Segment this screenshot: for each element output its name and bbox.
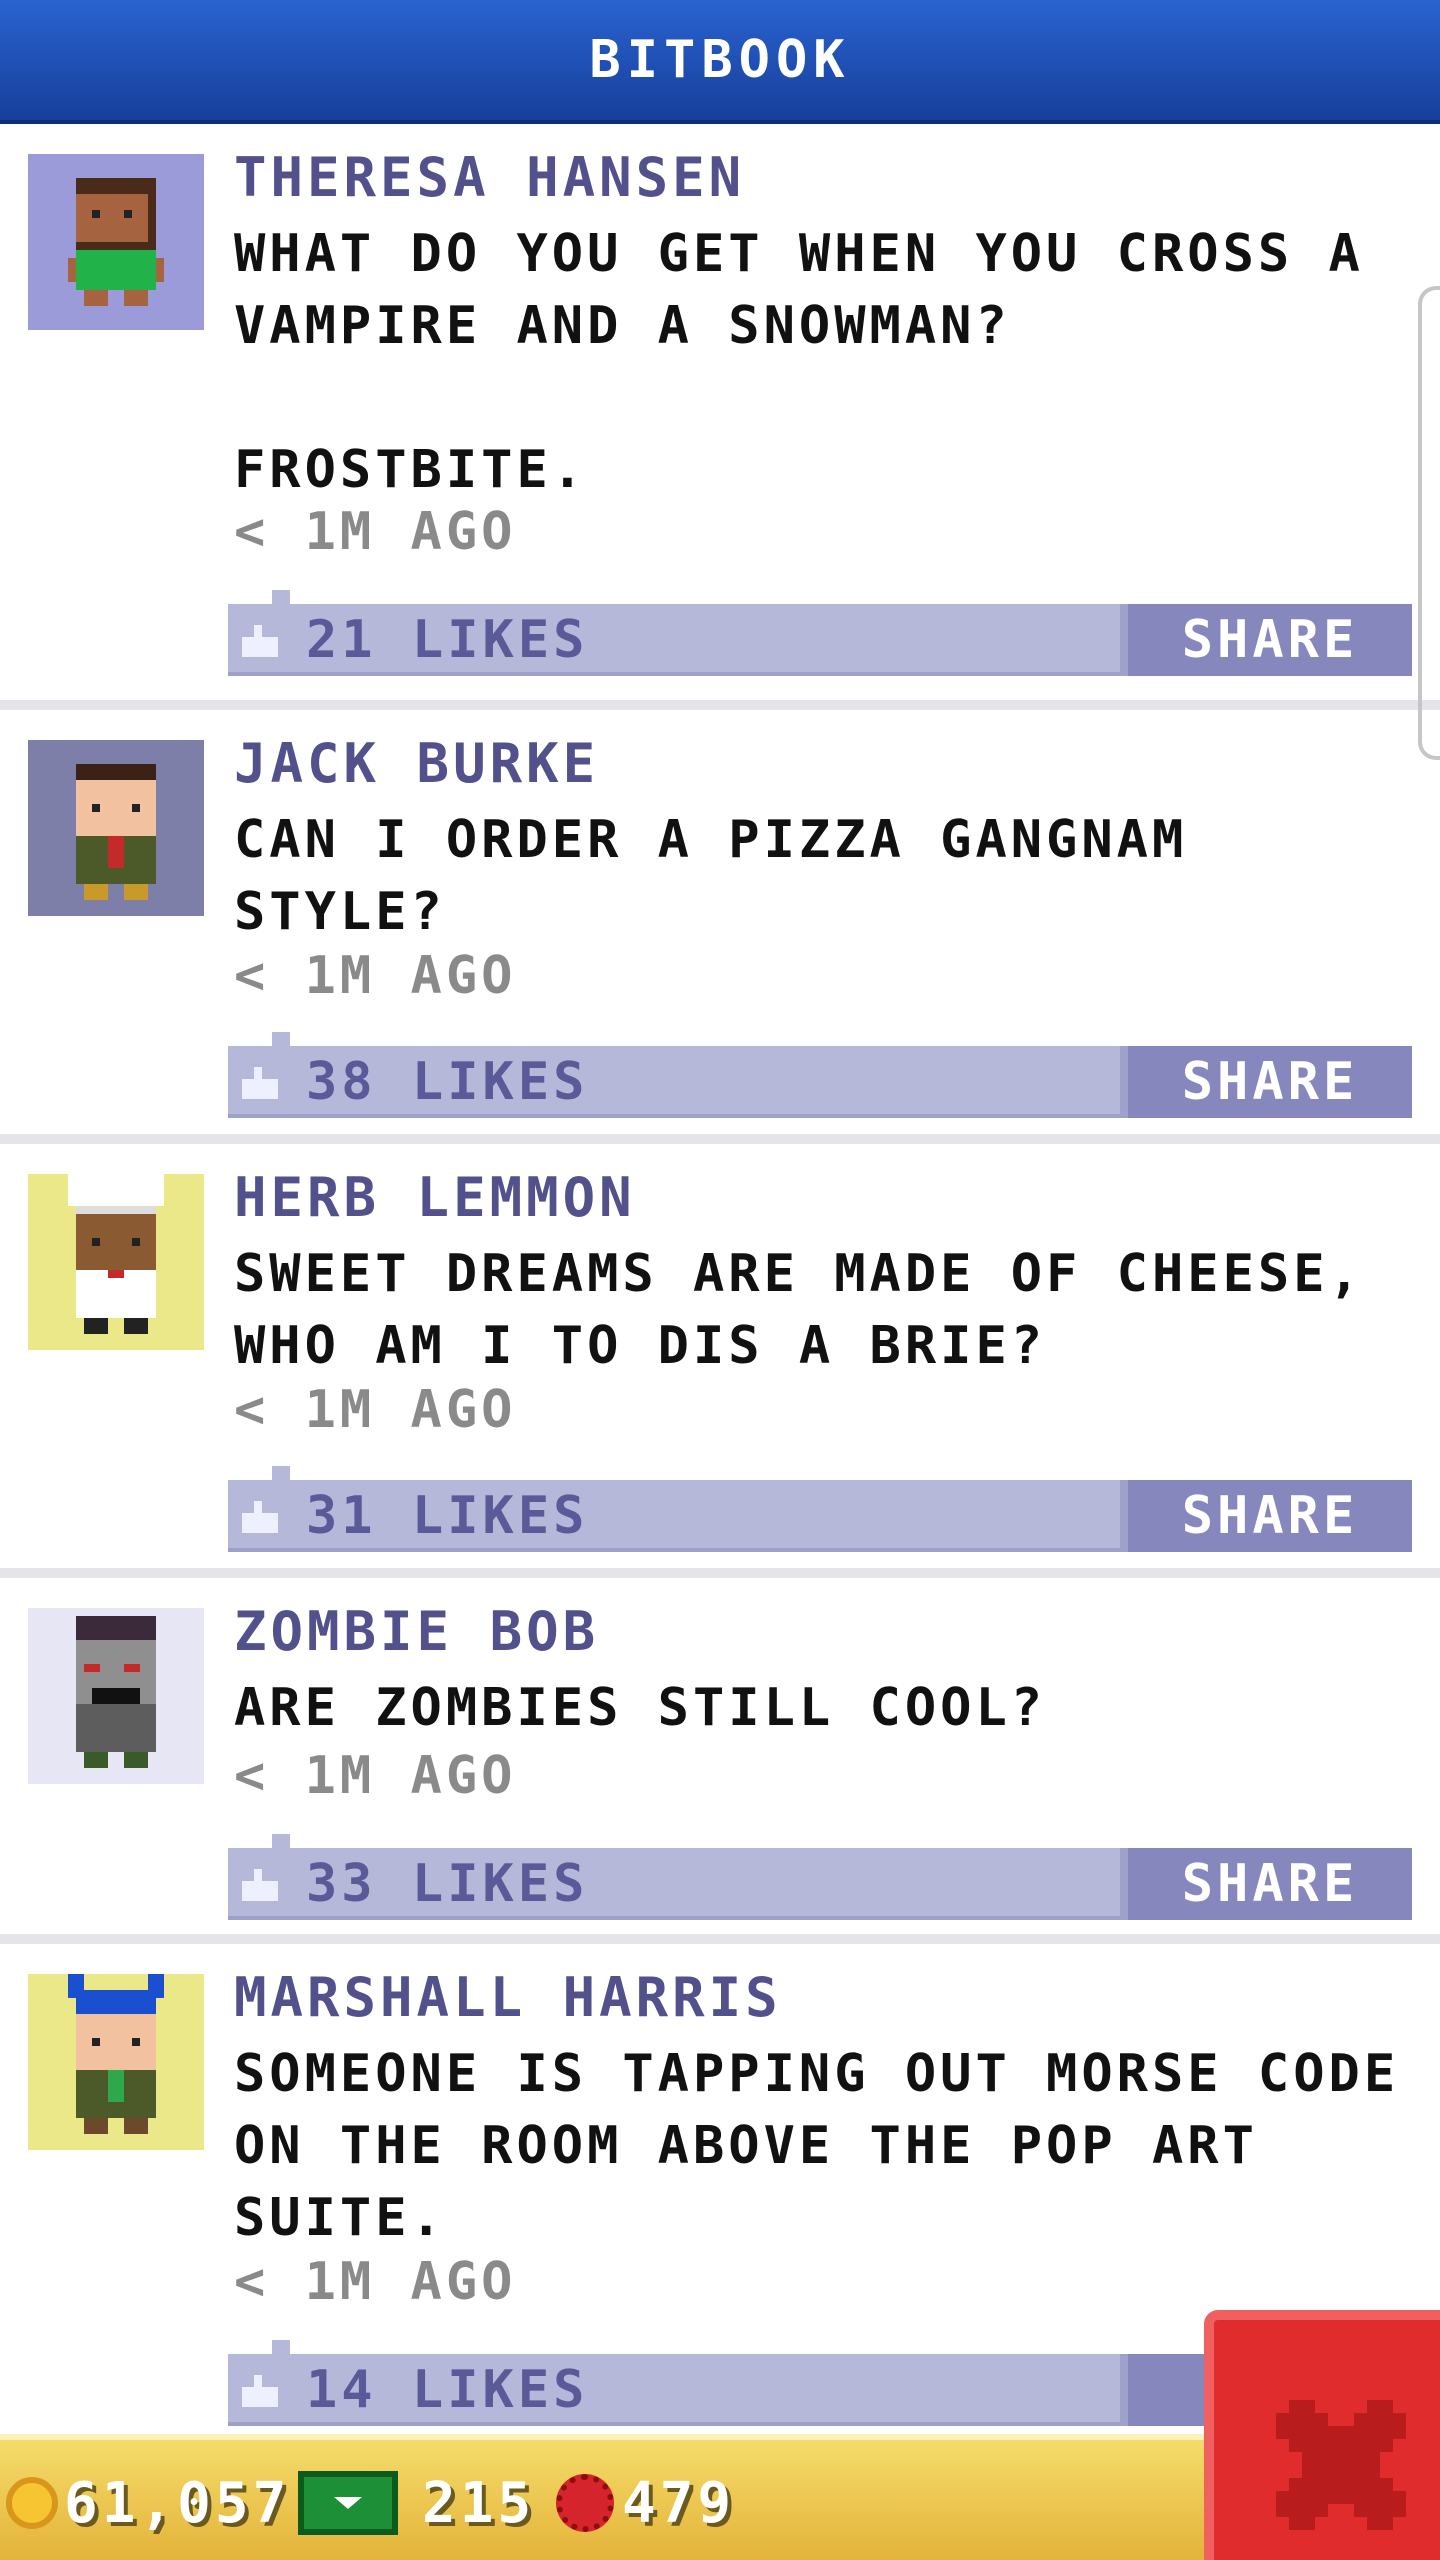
like-count[interactable]: 33 LIKES — [306, 1854, 588, 1914]
avatar[interactable] — [28, 740, 204, 916]
close-button[interactable] — [1204, 2310, 1440, 2560]
divider — [0, 1134, 1440, 1144]
divider — [0, 700, 1440, 710]
post-time: < 1M AGO — [234, 2252, 517, 2312]
post: ZOMBIE BOB ARE ZOMBIES STILL COOL? < 1M … — [0, 1578, 1440, 1934]
avatar[interactable] — [28, 1974, 204, 2150]
avatar[interactable] — [28, 1174, 204, 1350]
thumbs-up-icon[interactable] — [242, 1066, 282, 1100]
avatar-jack-icon — [76, 764, 156, 900]
post-author[interactable]: ZOMBIE BOB — [234, 1600, 599, 1663]
close-icon — [1276, 2400, 1406, 2530]
scrollbar[interactable] — [1418, 286, 1440, 760]
share-button[interactable]: SHARE — [1120, 1848, 1412, 1920]
gems-value: 479 — [622, 2470, 736, 2536]
post-time: < 1M AGO — [234, 1380, 517, 1440]
post-time: < 1M AGO — [234, 946, 517, 1006]
gem-icon — [556, 2474, 614, 2532]
app-header: BITBOOK — [0, 0, 1440, 124]
feed[interactable]: THERESA HANSEN WHAT DO YOU GET WHEN YOU … — [0, 124, 1440, 2434]
coin-icon — [6, 2477, 58, 2529]
like-bar: 21 LIKES SHARE — [228, 590, 1412, 676]
avatar-marshall-icon — [68, 1974, 164, 2134]
post-text: WHAT DO YOU GET WHEN YOU CROSS A VAMPIRE… — [234, 224, 1364, 500]
share-button[interactable]: SHARE — [1120, 604, 1412, 676]
post-text: SWEET DREAMS ARE MADE OF CHEESE, WHO AM … — [234, 1244, 1364, 1376]
post-text: SOMEONE IS TAPPING OUT MORSE CODE ON THE… — [234, 2044, 1400, 2248]
avatar-zombie-icon — [76, 1616, 156, 1768]
share-button[interactable]: SHARE — [1120, 1046, 1412, 1118]
app-title: BITBOOK — [589, 30, 851, 90]
post: THERESA HANSEN WHAT DO YOU GET WHEN YOU … — [0, 124, 1440, 700]
post-text: ARE ZOMBIES STILL COOL? — [234, 1678, 1047, 1738]
post-author[interactable]: THERESA HANSEN — [234, 146, 745, 209]
thumbs-up-icon[interactable] — [242, 624, 282, 658]
divider — [0, 1568, 1440, 1578]
post-time: < 1M AGO — [234, 502, 517, 562]
like-count[interactable]: 38 LIKES — [306, 1052, 588, 1112]
avatar-herb-icon — [68, 1174, 164, 1334]
post-time: < 1M AGO — [234, 1746, 517, 1806]
like-count[interactable]: 21 LIKES — [306, 610, 588, 670]
divider — [0, 1934, 1440, 1944]
avatar[interactable] — [28, 154, 204, 330]
share-button[interactable]: SHARE — [1120, 1480, 1412, 1552]
bux-icon — [298, 2471, 398, 2535]
thumbs-up-icon[interactable] — [242, 1500, 282, 1534]
gems-counter: 479 — [556, 2458, 735, 2548]
like-bar: 38 LIKES SHARE — [228, 1032, 1412, 1118]
like-bar: 33 LIKES SHARE — [228, 1834, 1412, 1920]
like-bar: 31 LIKES SHARE — [228, 1466, 1412, 1552]
post-author[interactable]: HERB LEMMON — [234, 1166, 636, 1229]
avatar-theresa-icon — [68, 178, 164, 306]
avatar[interactable] — [28, 1608, 204, 1784]
thumbs-up-icon[interactable] — [242, 1868, 282, 1902]
post-author[interactable]: MARSHALL HARRIS — [234, 1966, 782, 2029]
thumbs-up-icon[interactable] — [242, 2374, 282, 2408]
post-text: CAN I ORDER A PIZZA GANGNAM STYLE? — [234, 810, 1188, 942]
post-author[interactable]: JACK BURKE — [234, 732, 599, 795]
coins-value: 61,057 — [64, 2470, 291, 2536]
like-count[interactable]: 31 LIKES — [306, 1486, 588, 1546]
coins-counter: 61,057 — [6, 2458, 290, 2548]
bux-value: 215 — [422, 2470, 536, 2536]
like-count[interactable]: 14 LIKES — [306, 2360, 588, 2420]
bux-counter: 215 — [298, 2458, 535, 2548]
post: HERB LEMMON SWEET DREAMS ARE MADE OF CHE… — [0, 1144, 1440, 1568]
post: JACK BURKE CAN I ORDER A PIZZA GANGNAM S… — [0, 710, 1440, 1134]
